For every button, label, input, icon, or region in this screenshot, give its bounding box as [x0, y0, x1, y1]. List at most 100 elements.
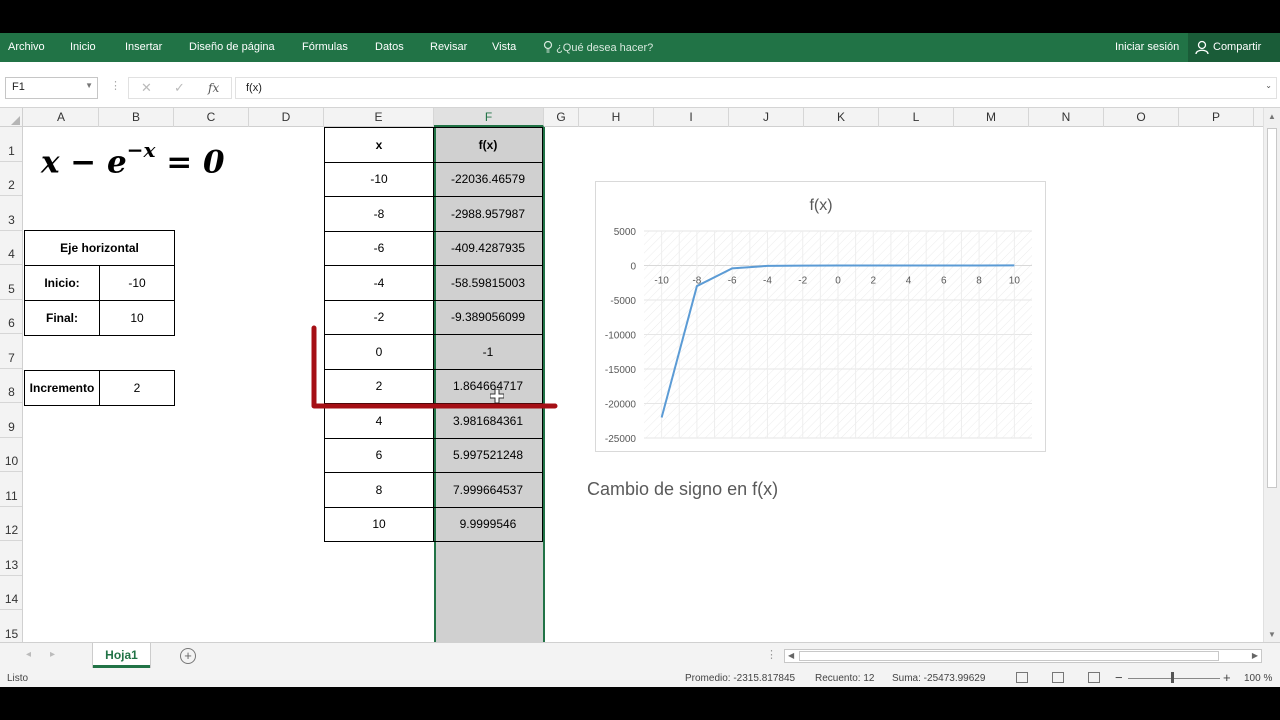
zoom-out-icon[interactable]: −: [1115, 670, 1123, 685]
row-header[interactable]: 11: [0, 472, 22, 507]
status-sum[interactable]: Suma: -25473.99629: [892, 673, 985, 684]
formula-input[interactable]: f(x) ⌄: [235, 77, 1277, 99]
fx-cell[interactable]: -58.59815003: [433, 265, 543, 301]
vertical-scrollbar[interactable]: ▲ ▼: [1263, 108, 1280, 642]
header-fx[interactable]: f(x): [433, 127, 543, 163]
tab-inicio[interactable]: Inicio: [70, 41, 96, 53]
fx-cell[interactable]: -22036.46579: [433, 161, 543, 197]
row-header[interactable]: 10: [0, 438, 22, 472]
row-header[interactable]: 7: [0, 334, 22, 369]
row-header[interactable]: 15: [0, 610, 22, 642]
row-header[interactable]: 13: [0, 541, 22, 576]
page-layout-icon[interactable]: [1052, 672, 1064, 683]
tab-revisar[interactable]: Revisar: [430, 41, 467, 53]
zoom-in-icon[interactable]: +: [1223, 670, 1231, 685]
sheet-grid[interactable]: x − e−x = 0 Eje horizontal Inicio: -10 Fi…: [24, 127, 1262, 642]
row-header[interactable]: 12: [0, 507, 22, 541]
column-header-a[interactable]: A: [24, 108, 99, 127]
column-header-m[interactable]: M: [954, 108, 1029, 127]
scroll-down-icon[interactable]: ▼: [1268, 630, 1276, 639]
x-cell[interactable]: 6: [324, 437, 434, 473]
row-header[interactable]: 1: [0, 127, 22, 162]
row-header[interactable]: 8: [0, 369, 22, 403]
fx-cell[interactable]: 7.999664537: [433, 472, 543, 508]
column-header-g[interactable]: G: [544, 108, 579, 127]
expand-formula-icon[interactable]: ⌄: [1265, 81, 1272, 90]
vertical-scroll-thumb[interactable]: [1267, 128, 1277, 488]
fx-cell[interactable]: 9.9999546: [433, 506, 543, 542]
horizontal-scrollbar[interactable]: ◀ ▶: [784, 649, 1262, 663]
status-average[interactable]: Promedio: -2315.817845: [685, 673, 795, 684]
insert-function-icon[interactable]: fx: [208, 81, 219, 95]
scroll-left-icon[interactable]: ◀: [788, 650, 794, 662]
tell-me-search[interactable]: ¿Qué desea hacer?: [543, 40, 654, 54]
row-header[interactable]: 9: [0, 403, 22, 438]
column-header-o[interactable]: O: [1104, 108, 1179, 127]
x-cell[interactable]: 8: [324, 472, 434, 508]
chart-title: f(x): [809, 197, 832, 214]
tab-vista[interactable]: Vista: [492, 41, 516, 53]
next-sheet-icon[interactable]: ▸: [50, 649, 55, 660]
row-header[interactable]: 4: [0, 231, 22, 265]
start-value-cell[interactable]: -10: [99, 265, 175, 301]
column-header-j[interactable]: J: [729, 108, 804, 127]
column-header-d[interactable]: D: [249, 108, 324, 127]
fx-cell[interactable]: -409.4287935: [433, 230, 543, 266]
column-header-c[interactable]: C: [174, 108, 249, 127]
tab-diseno-pagina[interactable]: Diseño de página: [189, 41, 275, 53]
zoom-level[interactable]: 100 %: [1244, 673, 1272, 684]
share-button[interactable]: Compartir: [1188, 33, 1280, 62]
column-header-e[interactable]: E: [324, 108, 434, 127]
normal-view-icon[interactable]: [1016, 672, 1028, 683]
column-header-n[interactable]: N: [1029, 108, 1104, 127]
y-tick-label: 0: [630, 262, 636, 273]
split-handle-icon[interactable]: ⋮: [766, 648, 777, 661]
x-cell[interactable]: 10: [324, 506, 434, 542]
scroll-right-icon[interactable]: ▶: [1252, 650, 1258, 662]
column-header-h[interactable]: H: [579, 108, 654, 127]
column-header-l[interactable]: L: [879, 108, 954, 127]
x-cell[interactable]: -10: [324, 161, 434, 197]
check-icon[interactable]: ✓: [174, 80, 185, 96]
row-header[interactable]: 6: [0, 300, 22, 334]
end-value-cell[interactable]: 10: [99, 300, 175, 336]
tab-formulas[interactable]: Fórmulas: [302, 41, 348, 53]
x-cell[interactable]: -8: [324, 196, 434, 232]
row-header[interactable]: 3: [0, 196, 22, 231]
chart-container[interactable]: f(x) 5000 0 -5000 -10000 -15000 -20000 -2 5000 …: [595, 181, 1046, 452]
zoom-slider[interactable]: [1128, 678, 1220, 679]
zoom-slider-thumb[interactable]: [1171, 672, 1174, 683]
column-header-k[interactable]: K: [804, 108, 879, 127]
x-tick-label: -4: [763, 276, 772, 287]
horizontal-scroll-thumb[interactable]: [799, 651, 1219, 661]
scroll-up-icon[interactable]: ▲: [1268, 112, 1276, 121]
tab-archivo[interactable]: Archivo: [8, 41, 45, 53]
fx-cell[interactable]: 5.997521248: [433, 437, 543, 473]
x-cell[interactable]: -6: [324, 230, 434, 266]
cancel-icon[interactable]: ✕: [141, 80, 152, 96]
select-all-button[interactable]: [0, 108, 23, 127]
column-header-p[interactable]: P: [1179, 108, 1254, 127]
fx-cell[interactable]: -2988.957987: [433, 196, 543, 232]
column-header-b[interactable]: B: [99, 108, 174, 127]
page-break-icon[interactable]: [1088, 672, 1100, 683]
column-header-i[interactable]: I: [654, 108, 729, 127]
tell-me-label: ¿Qué desea hacer?: [556, 42, 654, 54]
add-sheet-icon[interactable]: +: [180, 648, 196, 664]
chevron-down-icon[interactable]: ▼: [85, 81, 93, 90]
tab-datos[interactable]: Datos: [375, 41, 404, 53]
row-header[interactable]: 5: [0, 265, 22, 300]
x-cell[interactable]: -4: [324, 265, 434, 301]
name-box[interactable]: F1 ▼: [5, 77, 98, 99]
sheet-tab-hoja1[interactable]: Hoja1: [93, 643, 150, 668]
drag-handle-icon[interactable]: ⋮: [110, 79, 121, 92]
row-header[interactable]: 14: [0, 576, 22, 610]
column-header-f[interactable]: F: [434, 108, 544, 127]
header-x[interactable]: x: [324, 127, 434, 163]
row-header[interactable]: 2: [0, 162, 22, 196]
signin-link[interactable]: Iniciar sesión: [1115, 41, 1179, 53]
increment-value-cell[interactable]: 2: [99, 370, 175, 406]
status-count[interactable]: Recuento: 12: [815, 673, 875, 684]
tab-insertar[interactable]: Insertar: [125, 41, 162, 53]
prev-sheet-icon[interactable]: ◂: [26, 649, 31, 660]
